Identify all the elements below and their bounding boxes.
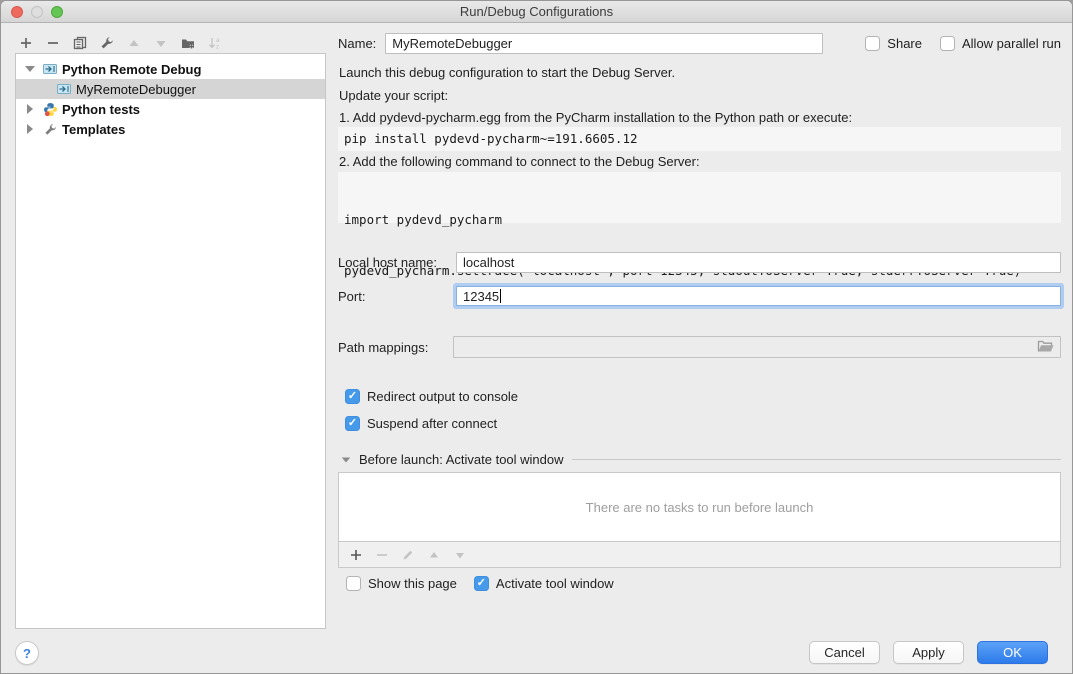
redirect-output-checkbox[interactable]	[345, 389, 360, 404]
show-this-page-label: Show this page	[368, 576, 457, 591]
activate-tool-window-checkbox[interactable]	[474, 576, 489, 591]
redirect-output-label: Redirect output to console	[367, 389, 518, 404]
section-divider	[572, 459, 1061, 460]
collapse-arrow-icon[interactable]	[24, 124, 36, 134]
port-value: 12345	[463, 289, 499, 304]
remove-icon[interactable]	[45, 35, 61, 51]
intro-text: Launch this debug configuration to start…	[339, 65, 675, 80]
suspend-after-connect-checkbox[interactable]	[345, 416, 360, 431]
tree-item-label: MyRemoteDebugger	[76, 82, 196, 97]
local-host-row: Local host name:	[338, 252, 1061, 273]
minimize-button[interactable]	[31, 6, 43, 18]
settrace-code: import pydevd_pycharm pydevd_pycharm.set…	[338, 172, 1061, 223]
browse-folder-icon[interactable]	[1037, 339, 1055, 356]
name-input[interactable]	[385, 33, 823, 54]
copy-icon[interactable]	[72, 35, 88, 51]
step1-text: 1. Add pydevd-pycharm.egg from the PyCha…	[339, 110, 852, 125]
path-mappings-label: Path mappings:	[338, 340, 453, 355]
step2-text: 2. Add the following command to connect …	[339, 154, 700, 169]
expand-arrow-icon[interactable]	[24, 66, 36, 72]
titlebar: Run/Debug Configurations	[1, 1, 1072, 23]
edit-templates-icon[interactable]	[99, 35, 115, 51]
suspend-after-connect-row: Suspend after connect	[345, 416, 497, 431]
activate-tool-window-label: Activate tool window	[496, 576, 614, 591]
run-debug-configurations-dialog: Run/Debug Configurations az Python Remot…	[0, 0, 1073, 674]
apply-button[interactable]: Apply	[893, 641, 964, 664]
path-mappings-row: Path mappings:	[338, 336, 1061, 358]
path-mappings-input[interactable]	[453, 336, 1061, 358]
tree-item-python-remote-debug[interactable]: Python Remote Debug	[16, 59, 325, 79]
tree-item-templates[interactable]: Templates	[16, 119, 325, 139]
remove-icon[interactable]	[374, 547, 390, 563]
name-label: Name:	[338, 36, 376, 51]
tree-item-label: Python Remote Debug	[62, 62, 201, 77]
remote-debug-icon	[56, 81, 72, 97]
svg-text:z: z	[216, 44, 219, 51]
name-row: Name: Share Allow parallel run	[338, 33, 1061, 54]
port-label: Port:	[338, 289, 456, 304]
before-launch-title: Before launch: Activate tool window	[359, 452, 564, 467]
task-list-toolbar	[338, 542, 1061, 568]
move-down-icon[interactable]	[153, 35, 169, 51]
new-folder-icon[interactable]	[180, 35, 196, 51]
footer-buttons: Cancel Apply OK	[809, 641, 1048, 664]
tree-item-label: Templates	[62, 122, 125, 137]
ok-button[interactable]: OK	[977, 641, 1048, 664]
page-options-row: Show this page Activate tool window	[346, 576, 614, 591]
window-title: Run/Debug Configurations	[1, 4, 1072, 19]
port-row: Port: 12345	[338, 286, 1061, 306]
pip-install-code: pip install pydevd-pycharm~=191.6605.12	[338, 127, 1061, 151]
text-caret	[500, 289, 501, 303]
collapse-section-icon[interactable]	[342, 457, 351, 462]
tree-item-python-tests[interactable]: Python tests	[16, 99, 325, 119]
suspend-after-connect-label: Suspend after connect	[367, 416, 497, 431]
add-icon[interactable]	[348, 547, 364, 563]
help-icon: ?	[23, 646, 31, 661]
update-script-text: Update your script:	[339, 88, 448, 103]
move-up-icon[interactable]	[126, 35, 142, 51]
local-host-input[interactable]	[456, 252, 1061, 273]
port-input[interactable]: 12345	[456, 286, 1061, 306]
move-down-icon[interactable]	[452, 547, 468, 563]
add-icon[interactable]	[18, 35, 34, 51]
collapse-arrow-icon[interactable]	[24, 104, 36, 114]
local-host-label: Local host name:	[338, 255, 456, 270]
share-checkbox[interactable]	[865, 36, 880, 51]
edit-icon[interactable]	[400, 547, 416, 563]
help-button[interactable]: ?	[15, 641, 39, 665]
cancel-button[interactable]: Cancel	[809, 641, 880, 664]
allow-parallel-run-checkbox[interactable]	[940, 36, 955, 51]
tree-item-label: Python tests	[62, 102, 140, 117]
redirect-output-row: Redirect output to console	[345, 389, 518, 404]
close-button[interactable]	[11, 6, 23, 18]
empty-task-list-text: There are no tasks to run before launch	[586, 500, 814, 515]
settrace-code-line1: import pydevd_pycharm	[344, 211, 1061, 228]
tree-item-myremotedebugger[interactable]: MyRemoteDebugger	[16, 79, 325, 99]
sort-alphabetically-icon[interactable]: az	[207, 35, 223, 51]
zoom-button[interactable]	[51, 6, 63, 18]
share-label: Share	[887, 36, 922, 51]
configurations-tree: Python Remote Debug MyRemoteDebugger Pyt…	[15, 53, 326, 629]
remote-debug-icon	[42, 61, 58, 77]
configurations-toolbar: az	[18, 35, 223, 51]
before-launch-header[interactable]: Before launch: Activate tool window	[341, 452, 1061, 467]
python-icon	[42, 101, 58, 117]
allow-parallel-run-label: Allow parallel run	[962, 36, 1061, 51]
before-launch-task-list: There are no tasks to run before launch	[338, 472, 1061, 542]
move-up-icon[interactable]	[426, 547, 442, 563]
show-this-page-checkbox[interactable]	[346, 576, 361, 591]
wrench-icon	[42, 121, 58, 137]
traffic-lights	[11, 6, 63, 18]
